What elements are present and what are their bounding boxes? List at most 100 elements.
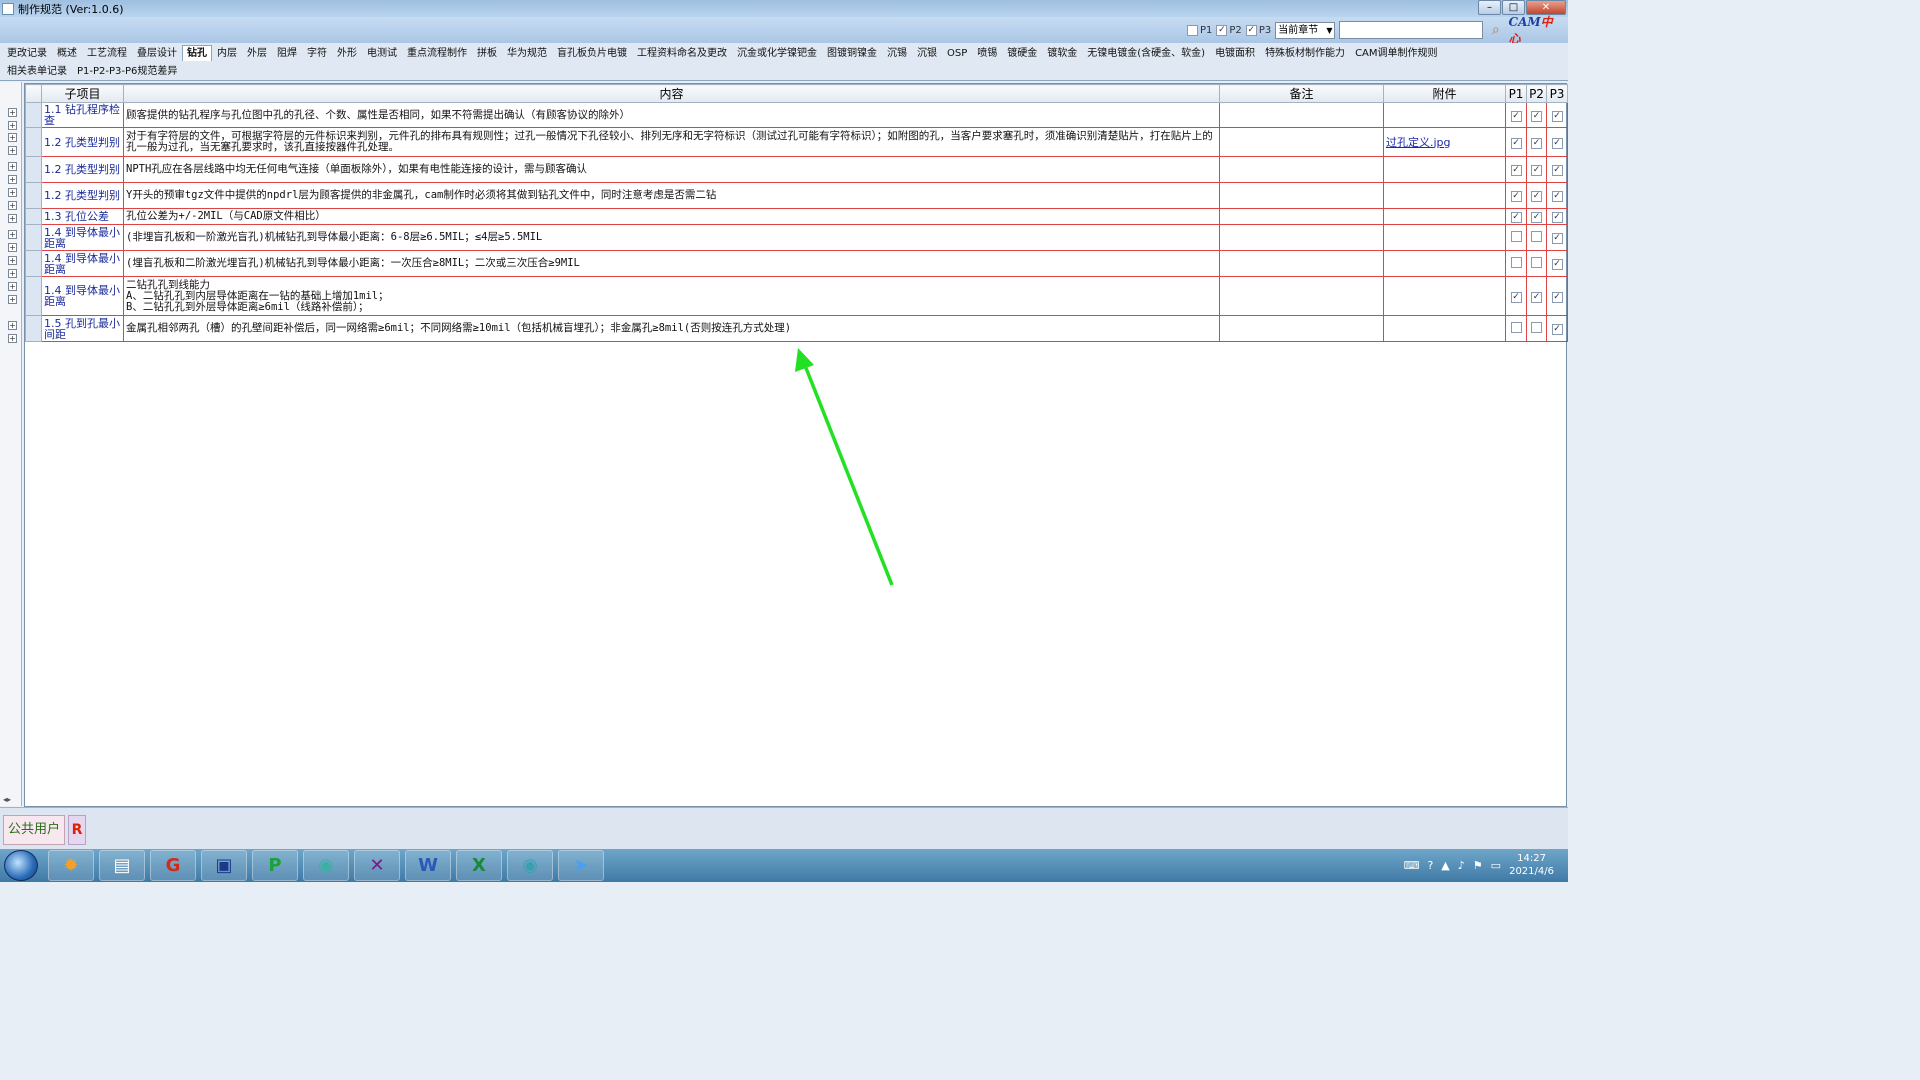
g-app-icon[interactable]: G	[150, 850, 196, 881]
expand-icon[interactable]: +	[8, 230, 17, 239]
help-icon[interactable]: ?	[1427, 859, 1433, 872]
checkbox[interactable]: ✓	[1510, 165, 1522, 176]
filter-p2[interactable]: ✓ P2	[1216, 24, 1242, 36]
tab-tabs_row1-8[interactable]: 字符	[302, 45, 332, 61]
expand-icon[interactable]: +	[8, 133, 17, 142]
expand-icon[interactable]: +	[8, 121, 17, 130]
volume-icon[interactable]: ♪	[1458, 859, 1465, 872]
cell-attach[interactable]	[1383, 224, 1506, 251]
cell-p3[interactable]: ✓	[1546, 102, 1568, 128]
tab-tabs_row1-14[interactable]: 盲孔板负片电镀	[552, 45, 632, 61]
tab-tabs_row1-0[interactable]: 更改记录	[2, 45, 52, 61]
checkbox[interactable]	[1510, 322, 1522, 333]
cell-attach[interactable]	[1383, 276, 1506, 316]
checkbox[interactable]: ✓	[1551, 212, 1563, 223]
cell-attach[interactable]	[1383, 156, 1506, 183]
clock[interactable]: 14:27 2021/4/6	[1509, 852, 1554, 878]
cell-p1[interactable]: ✓	[1505, 156, 1527, 183]
expand-icon[interactable]: +	[8, 214, 17, 223]
checkbox[interactable]: ✓	[1551, 191, 1563, 202]
checkbox[interactable]: ✓	[1510, 291, 1522, 303]
table-row[interactable]: 1.5 孔到孔最小间距 金属孔相邻两孔（槽）的孔壁间距补偿后，同一网络需≥6mil…	[25, 315, 1568, 342]
checkbox[interactable]	[1510, 257, 1522, 268]
checkbox[interactable]: ✓	[1531, 191, 1542, 202]
tab-tabs_row1-1[interactable]: 概述	[52, 45, 82, 61]
cell-note[interactable]	[1219, 250, 1384, 277]
checkbox[interactable]: ✓	[1510, 191, 1522, 202]
tab-tabs_row1-17[interactable]: 图镀铜镍金	[822, 45, 882, 61]
burst-app-icon[interactable]: ✹	[48, 850, 94, 881]
network-icon[interactable]: ⚑	[1473, 859, 1483, 872]
cell-content[interactable]: NPTH孔应在各层线路中均无任何电气连接（单面板除外），如果有电性能连接的设计，…	[123, 156, 1220, 183]
cell-p3[interactable]: ✓	[1546, 224, 1568, 251]
row-selector[interactable]	[25, 276, 42, 316]
checkbox[interactable]: ✓	[1531, 110, 1542, 122]
search-input[interactable]	[1339, 21, 1484, 39]
cell-p2[interactable]: ✓	[1526, 156, 1547, 183]
cell-p2[interactable]: ✓	[1526, 208, 1547, 225]
expand-icon[interactable]: +	[8, 269, 17, 278]
cell-p3[interactable]: ✓	[1546, 156, 1568, 183]
checkbox[interactable]: ✓	[1510, 137, 1522, 149]
cell-content[interactable]: 顾客提供的钻孔程序与孔位图中孔的孔径、个数、属性是否相同，如果不符需提出确认（有…	[123, 102, 1220, 128]
cell-p1[interactable]: ✓	[1505, 276, 1527, 316]
cell-content[interactable]: (非埋盲孔板和一阶激光盲孔)机械钻孔到导体最小距离：6-8层≥6.5MIL；≤4…	[123, 224, 1220, 251]
tab-tabs_row1-15[interactable]: 工程资料命名及更改	[632, 45, 732, 61]
tab-tabs_row1-21[interactable]: 喷锡	[972, 45, 1002, 61]
row-selector[interactable]	[25, 250, 42, 277]
filter-p1[interactable]: P1	[1187, 24, 1212, 36]
notepad-app-icon[interactable]: ▤	[99, 850, 145, 881]
table-row[interactable]: 1.3 孔位公差 孔位公差为+/-2MIL（与CAD原文件相比） ✓ ✓ ✓	[25, 208, 1568, 225]
cell-note[interactable]	[1219, 208, 1384, 225]
cell-note[interactable]	[1219, 182, 1384, 209]
tab-tabs_row1-13[interactable]: 华为规范	[502, 45, 552, 61]
bird-app-icon[interactable]: ➤	[558, 850, 604, 881]
header-content[interactable]: 内容	[123, 84, 1220, 103]
filter-p3[interactable]: ✓ P3	[1245, 24, 1271, 36]
expand-icon[interactable]: +	[8, 162, 17, 171]
cell-note[interactable]	[1219, 224, 1384, 251]
table-row[interactable]: 1.2 孔类型判别 NPTH孔应在各层线路中均无任何电气连接（单面板除外），如果有…	[25, 156, 1568, 183]
checkbox[interactable]	[1531, 231, 1542, 242]
row-selector[interactable]	[25, 102, 42, 128]
header-p2[interactable]: P2	[1526, 84, 1547, 103]
table-row[interactable]: 1.1 钻孔程序检查 顾客提供的钻孔程序与孔位图中孔的孔径、个数、属性是否相同，如…	[25, 102, 1568, 128]
tab-tabs_row1-5[interactable]: 内层	[212, 45, 242, 61]
cell-p3[interactable]: ✓	[1546, 182, 1568, 209]
eye-app-icon[interactable]: ◉	[303, 850, 349, 881]
checkbox[interactable]: ✓	[1531, 291, 1542, 303]
cell-sub[interactable]: 1.4 到导体最小距离	[41, 276, 124, 316]
x-app-icon[interactable]: ✕	[354, 850, 400, 881]
cell-sub[interactable]: 1.1 钻孔程序检查	[41, 102, 124, 128]
tab-tabs_row1-3[interactable]: 叠层设计	[132, 45, 182, 61]
table-row[interactable]: 1.2 孔类型判别 对于有字符层的文件，可根据字符层的元件标识来判别，元件孔的排布…	[25, 127, 1568, 157]
eye2-app-icon[interactable]: ◉	[507, 850, 553, 881]
tab-tabs_row1-16[interactable]: 沉金或化学镍钯金	[732, 45, 822, 61]
tab-tabs_row1-11[interactable]: 重点流程制作	[402, 45, 472, 61]
header-p3[interactable]: P3	[1546, 84, 1568, 103]
cell-p3[interactable]: ✓	[1546, 315, 1568, 342]
cell-content[interactable]: 二钻孔孔到线能力 A、二钻孔孔到内层导体距离在一钻的基础上增加1mil； B、二…	[123, 276, 1220, 316]
expand-icon[interactable]: +	[8, 175, 17, 184]
header-p1[interactable]: P1	[1505, 84, 1527, 103]
tab-tabs_row1-4[interactable]: 钻孔	[182, 45, 212, 61]
p-app-icon[interactable]: P	[252, 850, 298, 881]
cell-sub[interactable]: 1.3 孔位公差	[41, 208, 124, 225]
expand-icon[interactable]: +	[8, 201, 17, 210]
cell-sub[interactable]: 1.4 到导体最小距离	[41, 224, 124, 251]
tab-tabs_row1-24[interactable]: 无镍电镀金(含硬金、软金)	[1082, 45, 1210, 61]
tab-tabs_row1-25[interactable]: 电镀面积	[1210, 45, 1260, 61]
tab-tabs_row1-18[interactable]: 沉锡	[882, 45, 912, 61]
keyboard-icon[interactable]: ⌨	[1404, 859, 1420, 872]
checkbox[interactable]: ✓	[1510, 212, 1522, 223]
cell-attach[interactable]	[1383, 315, 1506, 342]
cell-attach[interactable]	[1383, 102, 1506, 128]
cell-p1[interactable]	[1505, 224, 1527, 251]
row-selector[interactable]	[25, 208, 42, 225]
checkbox[interactable]: ✓	[1245, 24, 1257, 36]
cell-note[interactable]	[1219, 315, 1384, 342]
checkbox[interactable]: ✓	[1551, 259, 1563, 270]
expand-icon[interactable]: +	[8, 321, 17, 330]
tab-tabs_row1-20[interactable]: OSP	[942, 45, 972, 61]
attachment-link[interactable]: 过孔定义.jpg	[1386, 136, 1451, 149]
